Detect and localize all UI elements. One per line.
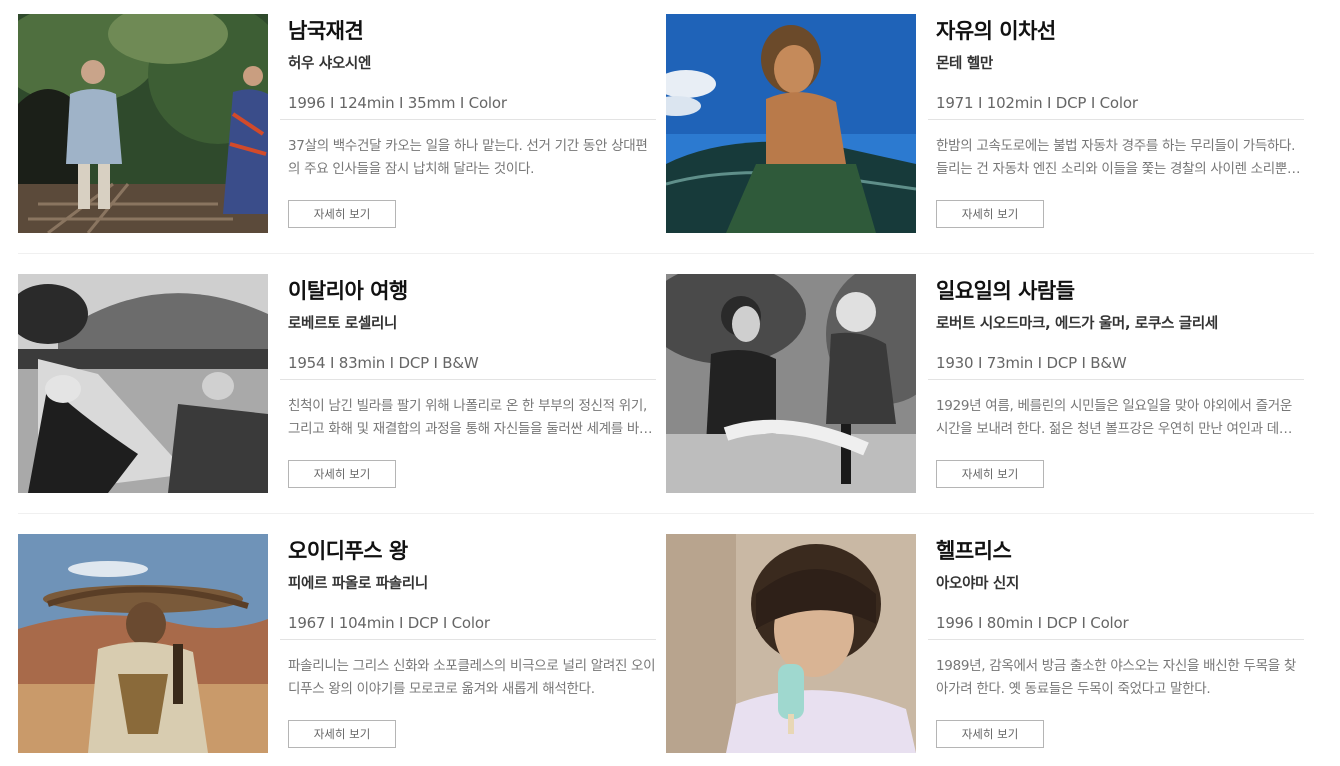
film-info: 자유의 이차선 몬테 헬만 1971 I 102min I DCP I Colo… [928,14,1304,234]
film-meta: 1954 I 83min I DCP I B&W [288,354,479,372]
row-divider [18,253,1314,254]
divider [928,379,1304,380]
details-button[interactable]: 자세히 보기 [936,200,1044,228]
film-card: 남국재견 허우 샤오시엔 1996 I 124min I 35mm I Colo… [18,14,656,234]
divider [280,379,656,380]
film-info: 일요일의 사람들 로버트 시오드마크, 에드가 울머, 로쿠스 글리세 1930… [928,274,1304,494]
film-director: 아오야마 신지 [936,576,1019,592]
film-poster-image[interactable] [18,274,268,493]
divider [280,119,656,120]
film-title[interactable]: 일요일의 사람들 [936,275,1075,305]
film-poster-image[interactable] [666,534,916,753]
divider [280,639,656,640]
film-title[interactable]: 남국재견 [288,15,364,45]
divider [928,119,1304,120]
film-info: 오이디푸스 왕 피에르 파올로 파솔리니 1967 I 104min I DCP… [280,534,656,754]
film-card: 일요일의 사람들 로버트 시오드마크, 에드가 울머, 로쿠스 글리세 1930… [666,274,1304,494]
film-info: 헬프리스 아오야마 신지 1996 I 80min I DCP I Color … [928,534,1304,754]
film-director: 허우 샤오시엔 [288,56,371,72]
film-meta: 1967 I 104min I DCP I Color [288,614,490,632]
film-info: 이탈리아 여행 로베르토 로셀리니 1954 I 83min I DCP I B… [280,274,656,494]
divider [928,639,1304,640]
film-meta: 1996 I 80min I DCP I Color [936,614,1129,632]
film-title[interactable]: 오이디푸스 왕 [288,535,408,565]
film-director: 로베르토 로셀리니 [288,316,398,332]
row-divider [18,513,1314,514]
film-synopsis: 37살의 백수건달 카오는 일을 하나 맡는다. 선거 기간 동안 상대편의 주… [288,138,648,177]
film-director: 로버트 시오드마크, 에드가 울머, 로쿠스 글리세 [936,316,1218,332]
film-card: 자유의 이차선 몬테 헬만 1971 I 102min I DCP I Colo… [666,14,1304,234]
film-grid: 남국재견 허우 샤오시엔 1996 I 124min I 35mm I Colo… [0,0,1340,766]
film-meta: 1971 I 102min I DCP I Color [936,94,1138,112]
film-synopsis: 파솔리니는 그리스 신화와 소포클레스의 비극으로 널리 알려진 오이디푸스 왕… [288,658,656,697]
film-director: 피에르 파올로 파솔리니 [288,576,428,592]
details-button[interactable]: 자세히 보기 [288,720,396,748]
film-title[interactable]: 헬프리스 [936,535,1012,565]
film-poster-image[interactable] [666,274,916,493]
film-synopsis: 1929년 여름, 베를린의 시민들은 일요일을 맞아 야외에서 즐거운 시간을… [936,398,1304,437]
details-button[interactable]: 자세히 보기 [288,460,396,488]
film-card: 오이디푸스 왕 피에르 파올로 파솔리니 1967 I 104min I DCP… [18,534,656,754]
details-button[interactable]: 자세히 보기 [288,200,396,228]
film-poster-image[interactable] [18,534,268,753]
film-card: 이탈리아 여행 로베르토 로셀리니 1954 I 83min I DCP I B… [18,274,656,494]
film-poster-image[interactable] [666,14,916,233]
film-info: 남국재견 허우 샤오시엔 1996 I 124min I 35mm I Colo… [280,14,656,234]
film-synopsis: 친척이 남긴 빌라를 팔기 위해 나폴리로 온 한 부부의 정신적 위기, 그리… [288,398,652,437]
film-meta: 1996 I 124min I 35mm I Color [288,94,507,112]
film-card: 헬프리스 아오야마 신지 1996 I 80min I DCP I Color … [666,534,1304,754]
film-title[interactable]: 자유의 이차선 [936,15,1056,45]
film-meta: 1930 I 73min I DCP I B&W [936,354,1127,372]
film-director: 몬테 헬만 [936,56,993,72]
details-button[interactable]: 자세히 보기 [936,460,1044,488]
film-synopsis: 1989년, 감옥에서 방금 출소한 야스오는 자신을 배신한 두목을 찾아가려… [936,658,1296,697]
film-synopsis: 한밤의 고속도로에는 불법 자동차 경주를 하는 무리들이 가득하다. 들리는 … [936,138,1300,177]
film-title[interactable]: 이탈리아 여행 [288,275,408,305]
film-poster-image[interactable] [18,14,268,233]
details-button[interactable]: 자세히 보기 [936,720,1044,748]
